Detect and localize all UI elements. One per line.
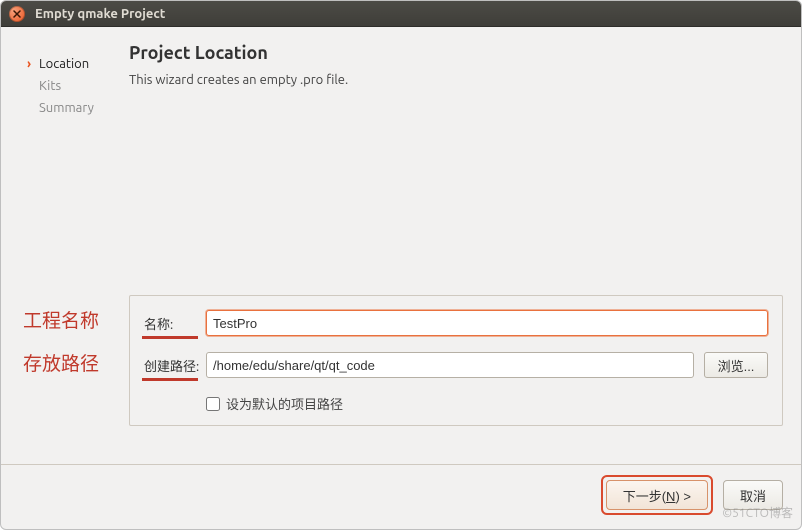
- default-path-checkbox[interactable]: [206, 397, 220, 411]
- dialog-body: › Location › Kits › Summary Project Loca…: [1, 27, 801, 464]
- annotation-underline: [142, 336, 198, 339]
- step-label: Location: [39, 57, 89, 71]
- wizard-steps: › Location › Kits › Summary: [19, 41, 129, 464]
- annotation-underline: [142, 378, 198, 381]
- label-default-path: 设为默认的项目路径: [226, 394, 343, 413]
- chevron-right-icon: ›: [23, 57, 35, 71]
- cancel-button[interactable]: 取消: [723, 480, 783, 510]
- step-label: Summary: [39, 101, 94, 115]
- row-project-name: 名称:: [144, 310, 768, 336]
- label-project-path: 创建路径:: [144, 356, 206, 375]
- step-location[interactable]: › Location: [19, 53, 129, 75]
- dialog-footer: 下一步(N) > 取消: [1, 464, 801, 529]
- form-block: 名称: 创建路径: 浏览... 设为默认的项目路径: [129, 295, 783, 426]
- project-path-input[interactable]: [206, 352, 694, 378]
- row-default-path: 设为默认的项目路径: [206, 394, 768, 413]
- browse-button[interactable]: 浏览...: [704, 352, 768, 378]
- window-title: Empty qmake Project: [35, 7, 165, 21]
- next-button-label-pre: 下一步(: [623, 489, 666, 504]
- next-button-label-post: ) >: [675, 489, 691, 504]
- window-frame: Empty qmake Project › Location › Kits › …: [0, 0, 802, 530]
- annotation-highlight-next: 下一步(N) >: [601, 475, 713, 515]
- page-title: Project Location: [129, 43, 783, 63]
- row-project-path: 创建路径: 浏览...: [144, 352, 768, 378]
- page-description: This wizard creates an empty .pro file.: [129, 73, 783, 87]
- close-icon[interactable]: [9, 6, 25, 22]
- title-bar: Empty qmake Project: [1, 1, 801, 27]
- step-summary[interactable]: › Summary: [19, 97, 129, 119]
- content: Project Location This wizard creates an …: [129, 41, 783, 464]
- step-kits[interactable]: › Kits: [19, 75, 129, 97]
- project-name-input[interactable]: [206, 310, 768, 336]
- step-label: Kits: [39, 79, 61, 93]
- next-button[interactable]: 下一步(N) >: [606, 480, 708, 510]
- label-project-name: 名称:: [144, 314, 206, 333]
